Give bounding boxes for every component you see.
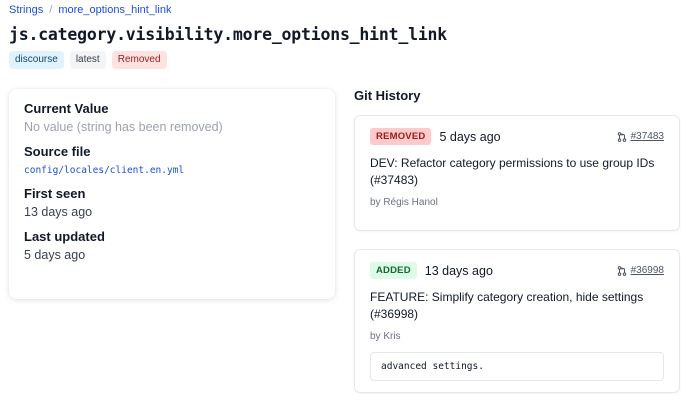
first-seen-label: First seen: [24, 186, 86, 201]
tag-list: discourse latest Removed: [9, 51, 167, 69]
pull-request-link[interactable]: #36998: [617, 265, 664, 276]
source-file-path: config/locales/client.en.yml: [24, 165, 185, 176]
first-seen-value: 13 days ago: [24, 205, 93, 219]
pull-request-icon: [617, 131, 626, 142]
breadcrumb-current-link[interactable]: more_options_hint_link: [58, 4, 171, 16]
last-updated-label: Last updated: [24, 229, 105, 244]
breadcrumb: Strings / more_options_hint_link: [9, 4, 171, 16]
tag-discourse: discourse: [9, 51, 64, 69]
first-seen-field: First seen 13 days ago: [24, 186, 320, 219]
commit-message: FEATURE: Simplify category creation, hid…: [370, 290, 644, 321]
commit-header: REMOVED 5 days ago #37483: [370, 128, 664, 145]
current-value-label: Current Value: [24, 101, 109, 116]
pull-request-icon: [617, 265, 626, 276]
commit-author: by Kris: [370, 331, 401, 342]
git-history-title: Git History: [354, 88, 421, 103]
commit-card: REMOVED 5 days ago #37483 DEV: Refactor …: [354, 115, 680, 231]
commit-age: 13 days ago: [424, 263, 493, 278]
commit-card: ADDED 13 days ago #36998 FEATURE: Simpli…: [354, 249, 680, 393]
breadcrumb-separator: /: [49, 4, 53, 16]
last-updated-value: 5 days ago: [24, 248, 86, 262]
commit-author: by Régis Hanol: [370, 197, 438, 208]
commit-age: 5 days ago: [439, 129, 501, 144]
source-file-field: Source file config/locales/client.en.yml: [24, 144, 320, 176]
breadcrumb-strings-link[interactable]: Strings: [9, 4, 43, 16]
tag-latest: latest: [69, 51, 106, 69]
removed-badge: REMOVED: [370, 128, 432, 145]
string-details-card: Current Value No value (string has been …: [9, 89, 335, 299]
added-badge: ADDED: [370, 262, 417, 279]
tag-removed: Removed: [111, 51, 167, 69]
current-value-field: Current Value No value (string has been …: [24, 101, 320, 134]
last-updated-field: Last updated 5 days ago: [24, 229, 320, 262]
commit-message: DEV: Refactor category permissions to us…: [370, 156, 655, 187]
diff-snippet: advanced settings.: [370, 352, 664, 381]
commit-header: ADDED 13 days ago #36998: [370, 262, 664, 279]
pull-request-number: #36998: [630, 265, 664, 276]
page-title: js.category.visibility.more_options_hint…: [9, 25, 448, 44]
source-file-label: Source file: [24, 144, 91, 159]
pull-request-link[interactable]: #37483: [617, 131, 664, 142]
pull-request-number: #37483: [630, 131, 664, 142]
current-value-text: No value (string has been removed): [24, 120, 223, 134]
